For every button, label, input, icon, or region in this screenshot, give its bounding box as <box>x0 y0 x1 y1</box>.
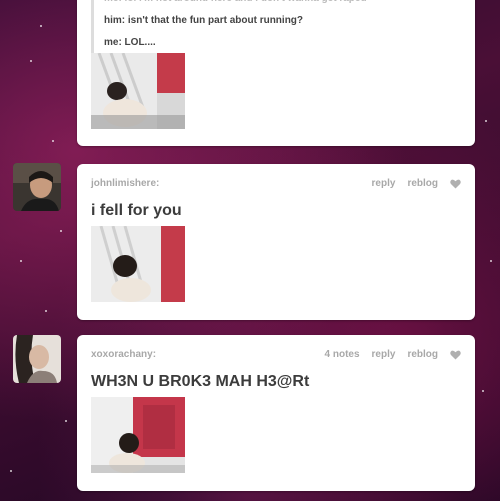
chat-line: me: lol i'm not around here and i don't … <box>104 0 461 10</box>
chat-line: me: LOL.... <box>104 37 156 48</box>
star <box>485 120 487 122</box>
post-card: johnlimishere: reply reblog i fell for y… <box>77 164 475 320</box>
star <box>482 390 484 392</box>
post-image[interactable] <box>91 53 185 129</box>
star <box>60 230 62 232</box>
avatar[interactable] <box>13 163 61 211</box>
heart-icon[interactable] <box>450 350 461 360</box>
chat-line: him: isn't that the fun part about runni… <box>104 15 304 26</box>
star <box>20 260 22 262</box>
post-image[interactable] <box>91 397 185 473</box>
post-text: i fell for you <box>91 202 182 219</box>
reply-button[interactable]: reply <box>372 349 396 360</box>
star <box>10 470 12 472</box>
post-card: xoxorachany: 4 notes reply reblog WH3N U… <box>77 335 475 491</box>
star <box>40 25 42 27</box>
star <box>52 140 54 142</box>
star <box>65 420 67 422</box>
star <box>490 260 492 262</box>
notes-count[interactable]: 4 notes <box>325 349 360 360</box>
post-username[interactable]: johnlimishere: <box>91 178 159 189</box>
post-meta: johnlimishere: reply reblog <box>91 178 461 189</box>
chat-transcript: me: lol i'm not around here and i don't … <box>91 0 461 54</box>
post-text: WH3N U BR0K3 MAH H3@Rt <box>91 373 310 390</box>
reblog-button[interactable]: reblog <box>407 178 438 189</box>
star <box>30 60 32 62</box>
reply-button[interactable]: reply <box>372 178 396 189</box>
reblog-button[interactable]: reblog <box>407 349 438 360</box>
post-meta: xoxorachany: 4 notes reply reblog <box>91 349 461 360</box>
heart-icon[interactable] <box>450 179 461 189</box>
post-username[interactable]: xoxorachany: <box>91 349 156 360</box>
post-image[interactable] <box>91 226 185 302</box>
post-card: me: lol i'm not around here and i don't … <box>77 0 475 146</box>
star <box>45 310 47 312</box>
avatar[interactable] <box>13 335 61 383</box>
